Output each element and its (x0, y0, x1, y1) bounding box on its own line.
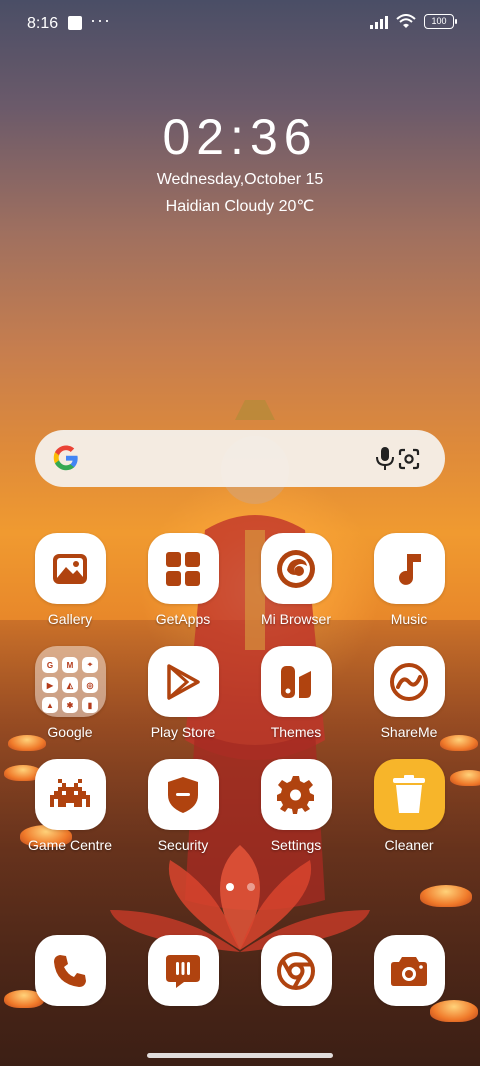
phone-icon (34, 935, 106, 1006)
app-label: Game Centre (27, 837, 113, 853)
page-dot-active (226, 883, 234, 891)
dock-messages[interactable] (133, 935, 233, 1006)
cellular-signal-icon (370, 15, 388, 29)
app-mi-browser[interactable]: Mi Browser (246, 533, 346, 627)
app-label: GetApps (155, 611, 211, 627)
app-label: Security (157, 837, 209, 853)
app-label: Music (390, 611, 428, 627)
cleaner-icon (373, 759, 445, 830)
dock-phone[interactable] (20, 935, 120, 1006)
getapps-icon (147, 533, 219, 604)
app-shareme[interactable]: ShareMe (359, 646, 459, 740)
battery-icon: 100 (424, 14, 457, 29)
themes-icon (260, 646, 332, 717)
game-centre-icon (34, 759, 106, 830)
settings-icon (260, 759, 332, 830)
google-search-bar[interactable] (35, 430, 445, 487)
gallery-icon (34, 533, 106, 604)
notification-square-icon (68, 16, 82, 30)
home-weather[interactable]: Haidian Cloudy 20℃ (0, 196, 480, 216)
app-label: Play Store (150, 724, 216, 740)
play-store-icon (147, 646, 219, 717)
wifi-icon (396, 14, 416, 28)
page-dot (247, 883, 255, 891)
chrome-icon (260, 935, 332, 1006)
app-label: Google (47, 724, 93, 740)
app-play-store[interactable]: Play Store (133, 646, 233, 740)
app-label: Themes (270, 724, 322, 740)
home-gesture-bar[interactable] (147, 1053, 333, 1058)
app-security[interactable]: Security (133, 759, 233, 853)
app-label: Settings (270, 837, 322, 853)
dock-chrome[interactable] (246, 935, 346, 1006)
app-gallery[interactable]: Gallery (20, 533, 120, 627)
page-indicator (226, 883, 255, 891)
status-bar: 8:16 ··· 100 (0, 0, 480, 46)
app-label: Cleaner (384, 837, 434, 853)
app-getapps[interactable]: GetApps (133, 533, 233, 627)
dock-camera[interactable] (359, 935, 459, 1006)
app-settings[interactable]: Settings (246, 759, 346, 853)
home-date[interactable]: Wednesday,October 15 (0, 171, 480, 189)
more-notifications-icon: ··· (90, 10, 111, 30)
mic-icon[interactable] (375, 446, 395, 472)
app-label: Gallery (47, 611, 93, 627)
messages-icon (147, 935, 219, 1006)
lens-icon[interactable] (397, 447, 421, 471)
app-game-centre[interactable]: Game Centre (20, 759, 120, 853)
app-label: ShareMe (380, 724, 438, 740)
google-logo-icon (53, 445, 78, 471)
app-music[interactable]: Music (359, 533, 459, 627)
security-icon (147, 759, 219, 830)
music-icon (373, 533, 445, 604)
browser-icon (260, 533, 332, 604)
shareme-icon (373, 646, 445, 717)
app-cleaner[interactable]: Cleaner (359, 759, 459, 853)
app-themes[interactable]: Themes (246, 646, 346, 740)
home-clock[interactable]: 02:36 (0, 108, 480, 166)
google-folder-icon: G M ⌖ ▶ ◭ ◎ ▲ ✱ ▮ (34, 646, 106, 717)
status-time: 8:16 (27, 15, 59, 32)
camera-icon (373, 935, 445, 1006)
app-label: Mi Browser (260, 611, 331, 627)
app-google-folder[interactable]: G M ⌖ ▶ ◭ ◎ ▲ ✱ ▮ Google (20, 646, 120, 740)
